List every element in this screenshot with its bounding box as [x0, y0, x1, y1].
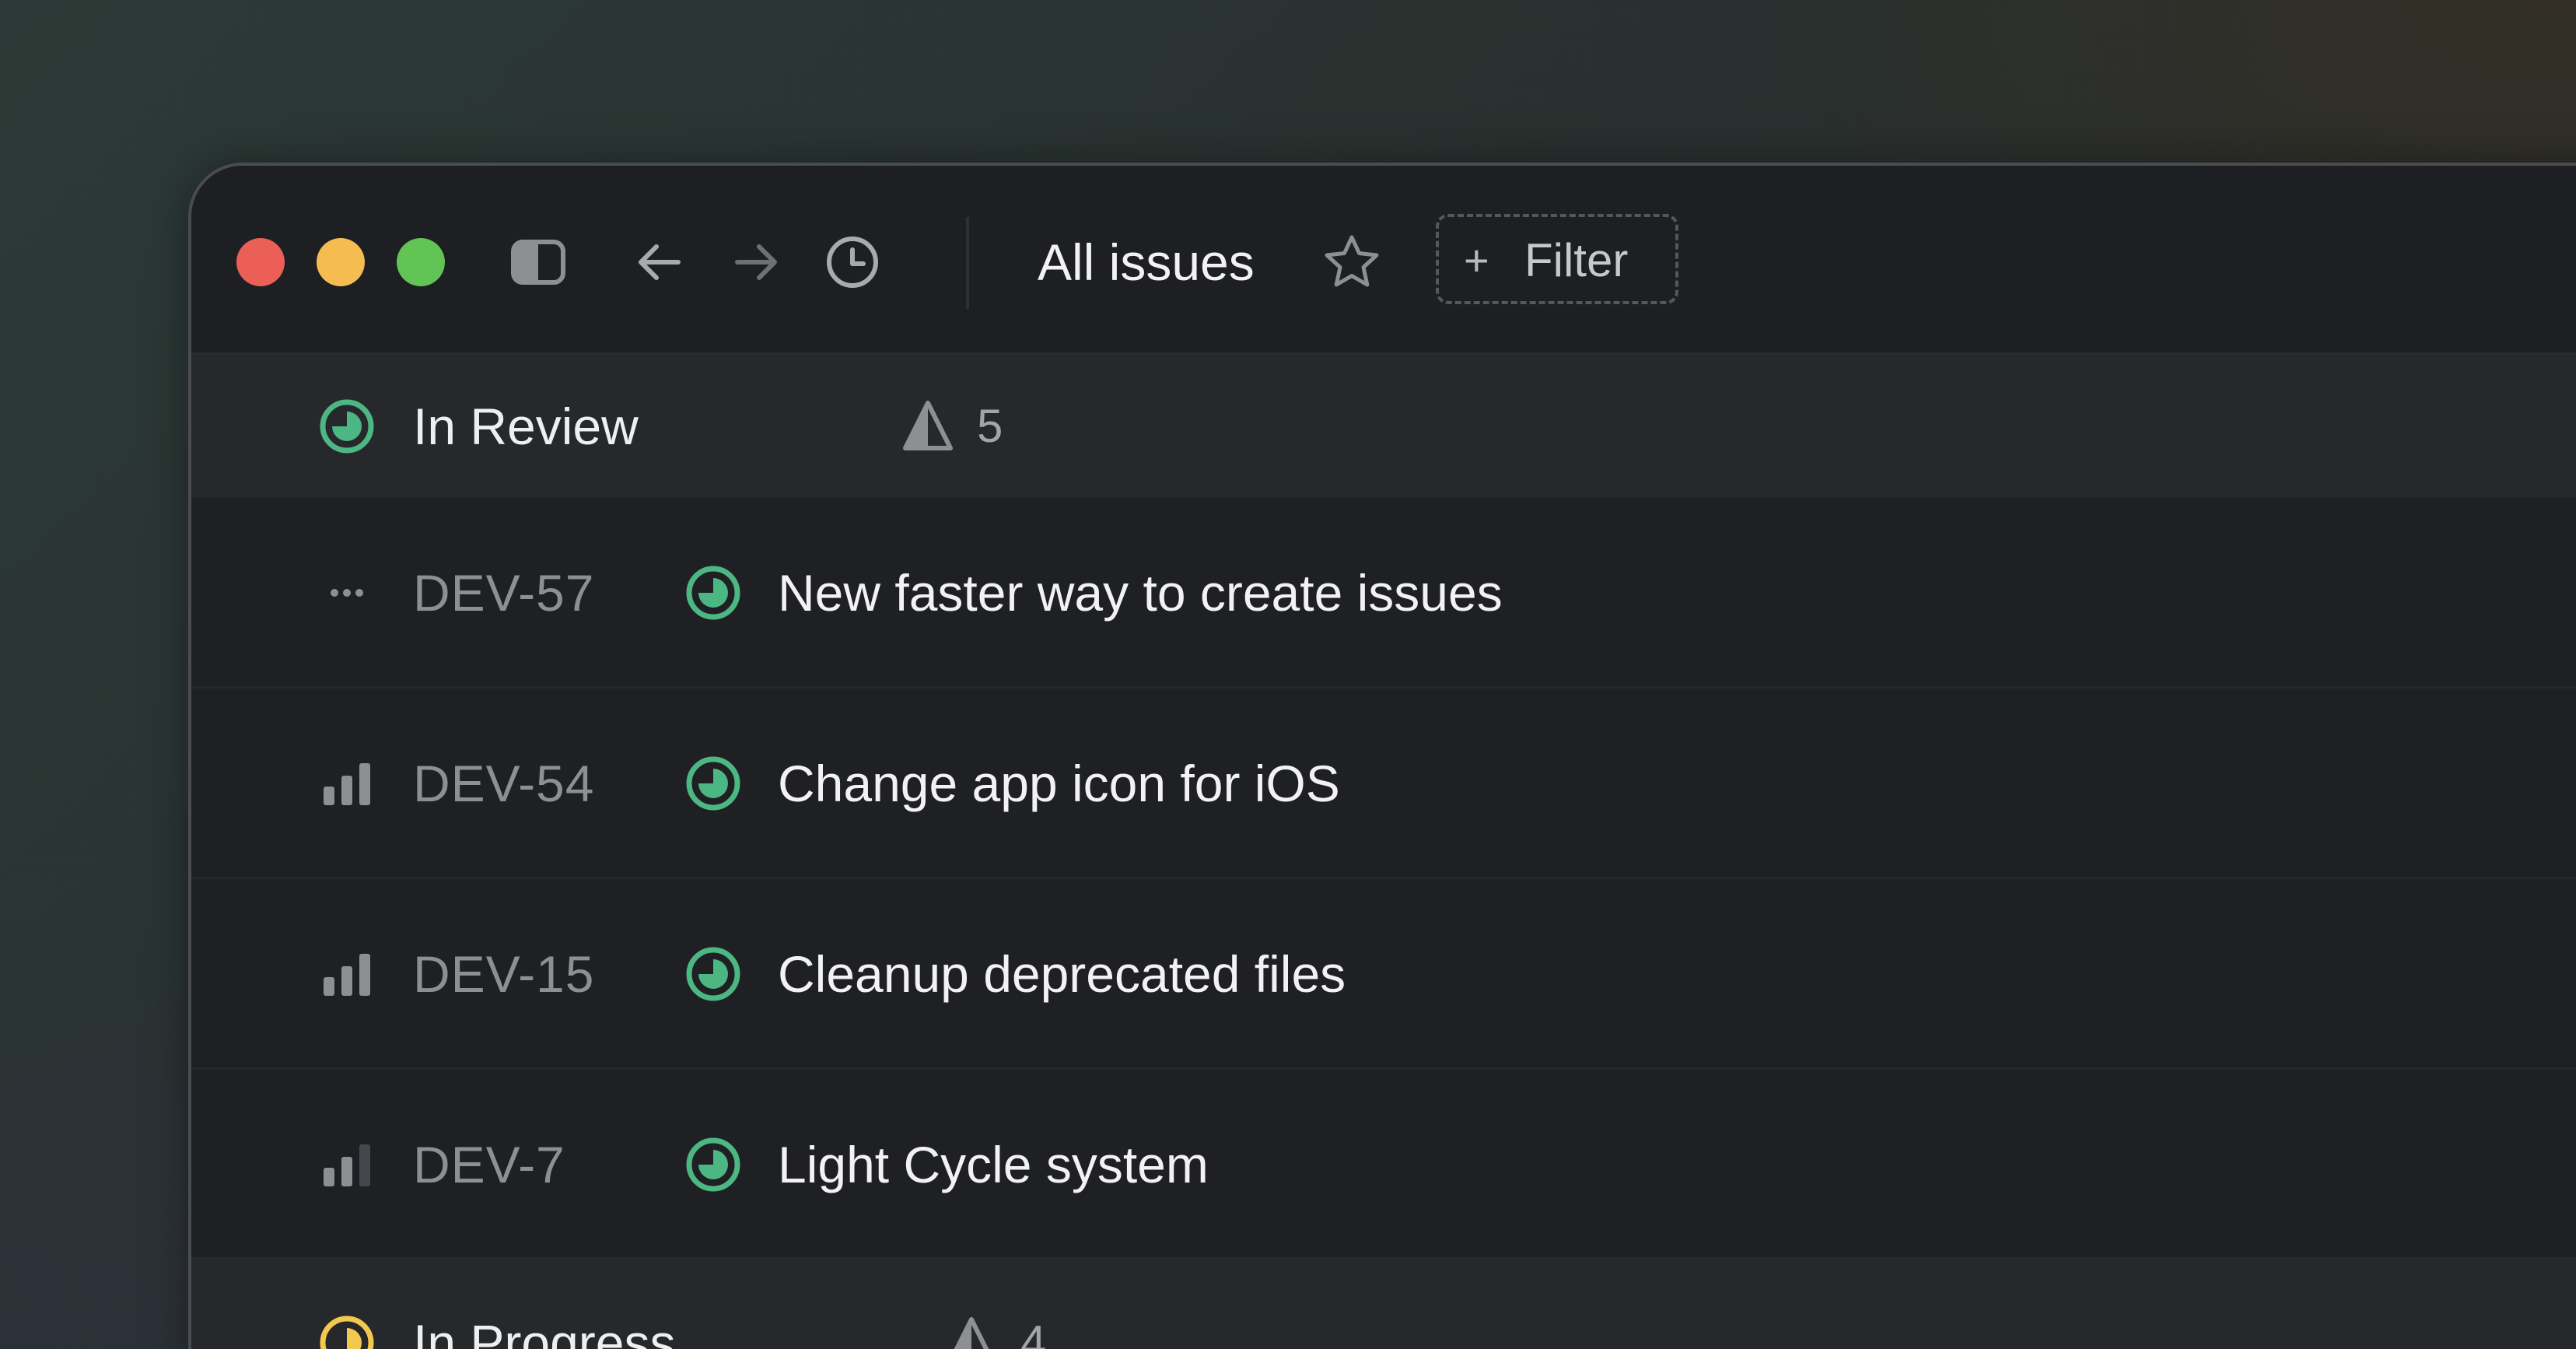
group-count: 4: [1020, 1316, 1047, 1349]
arrow-right-icon[interactable]: [725, 231, 787, 293]
issue-id: DEV-15: [413, 945, 595, 1003]
issue-title: New faster way to create issues: [778, 564, 1503, 622]
minimize-window-button[interactable]: [317, 238, 365, 286]
medium-priority-icon[interactable]: [317, 1135, 376, 1194]
clock-icon[interactable]: [821, 231, 884, 293]
issue-title: Light Cycle system: [778, 1136, 1209, 1193]
issue-id: DEV-54: [413, 755, 595, 812]
arrow-left-icon[interactable]: [628, 231, 691, 293]
app-window: All issues + Filter In Review 5 DEV-57 N…: [188, 163, 2576, 1349]
toolbar-separator: [966, 217, 969, 309]
in-review-status-icon[interactable]: [684, 754, 743, 813]
issue-row[interactable]: DEV-54 Change app icon for iOS: [191, 689, 2576, 879]
title-bar: All issues + Filter: [191, 166, 2576, 355]
group-title: In Progress: [413, 1314, 676, 1349]
no-priority-icon[interactable]: [317, 563, 376, 622]
issue-title: Change app icon for iOS: [778, 755, 1340, 812]
issue-id: DEV-57: [413, 564, 595, 622]
maximize-window-button[interactable]: [397, 238, 445, 286]
in-review-status-icon: [317, 397, 376, 456]
sidebar-toggle-icon[interactable]: [507, 231, 569, 293]
add-filter-button[interactable]: + Filter: [1436, 214, 1678, 304]
in-review-status-icon[interactable]: [684, 944, 743, 1004]
filter-label: Filter: [1524, 234, 1629, 286]
issue-id: DEV-7: [413, 1136, 565, 1193]
group-count: 5: [977, 400, 1003, 452]
issue-count-icon: [944, 1315, 999, 1349]
group-header-in-progress[interactable]: In Progress 4: [191, 1257, 2576, 1349]
in-progress-status-icon: [317, 1313, 376, 1349]
group-title: In Review: [413, 398, 639, 455]
issue-row[interactable]: DEV-57 New faster way to create issues: [191, 498, 2576, 689]
in-review-status-icon[interactable]: [684, 1135, 743, 1194]
view-title: All issues: [1038, 233, 1255, 291]
high-priority-icon[interactable]: [317, 944, 376, 1004]
plus-icon: +: [1464, 236, 1489, 285]
issue-title: Cleanup deprecated files: [778, 945, 1346, 1003]
high-priority-icon[interactable]: [317, 754, 376, 813]
close-window-button[interactable]: [236, 238, 285, 286]
issue-row[interactable]: DEV-15 Cleanup deprecated files: [191, 879, 2576, 1070]
issue-row[interactable]: DEV-7 Light Cycle system: [191, 1070, 2576, 1260]
group-header-in-review[interactable]: In Review 5: [191, 355, 2576, 498]
issue-count-icon: [901, 398, 955, 453]
star-icon[interactable]: [1321, 231, 1383, 293]
in-review-status-icon[interactable]: [684, 563, 743, 622]
